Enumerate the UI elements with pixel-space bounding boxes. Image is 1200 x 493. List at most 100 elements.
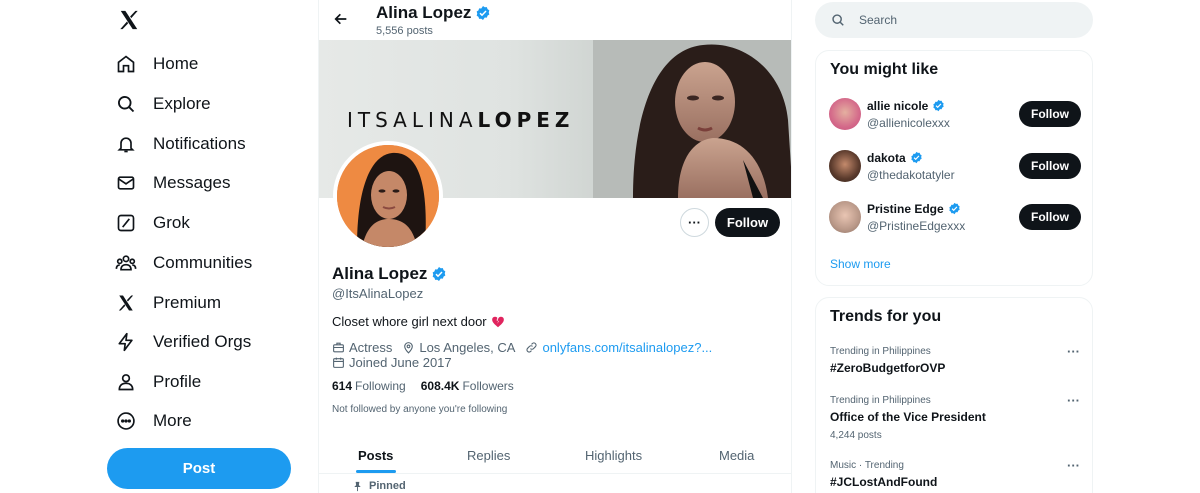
avatar — [829, 98, 861, 130]
suggested-user-info: allie nicole @allienicolexxx — [867, 99, 1019, 130]
profile-avatar[interactable] — [333, 141, 443, 251]
trend-item[interactable]: Music · Trending #JCLostAndFound ··· — [830, 458, 1082, 489]
header-post-count: 5,556 posts — [376, 25, 433, 37]
bell-icon — [115, 133, 137, 155]
nav-label: Premium — [153, 293, 222, 312]
suggested-user-name: Pristine Edge — [867, 201, 944, 216]
trend-item[interactable]: Trending in Philippines #ZeroBudgetforOV… — [830, 344, 1082, 375]
profile-link[interactable]: onlyfans.com/itsalinalopez?... — [542, 340, 712, 355]
suggested-user-name-row: dakota — [867, 151, 1019, 165]
person-icon — [115, 371, 137, 393]
nav-item-more[interactable]: More — [115, 401, 192, 441]
home-icon — [115, 53, 137, 75]
profile-bio: Closet whore girl next door — [332, 314, 505, 329]
nav-item-premium[interactable]: Premium — [115, 283, 221, 323]
profile-name: Alina Lopez — [332, 264, 428, 283]
more-circle-icon — [115, 410, 137, 432]
banner-text-bold: LOPEZ — [477, 108, 575, 132]
tab-media[interactable]: Media — [719, 436, 754, 474]
joined-item: Joined June 2017 — [332, 355, 452, 370]
nav-item-verified-orgs[interactable]: Verified Orgs — [115, 322, 251, 362]
more-options-button[interactable]: ··· — [680, 208, 709, 237]
nav-label: Explore — [153, 94, 211, 113]
link-item[interactable]: onlyfans.com/itsalinalopez?... — [525, 340, 712, 355]
suggested-user[interactable]: allie nicole @allienicolexxx Follow — [829, 96, 1081, 132]
location-pin-icon — [404, 342, 414, 354]
trend-context: Trending in Philippines — [830, 395, 931, 406]
back-arrow-icon[interactable] — [331, 9, 351, 29]
nav-item-profile[interactable]: Profile — [115, 362, 201, 402]
tab-highlights[interactable]: Highlights — [585, 436, 642, 474]
envelope-icon — [115, 172, 137, 194]
follow-button[interactable]: Follow — [1019, 204, 1081, 230]
grok-icon — [115, 212, 137, 234]
profile-handle: @ItsAlinaLopez — [332, 286, 424, 301]
trends-title: Trends for you — [830, 308, 942, 325]
tab-replies[interactable]: Replies — [467, 436, 510, 474]
verified-badge-icon — [477, 6, 490, 20]
calendar-icon — [333, 357, 344, 368]
verified-badge-icon — [911, 151, 922, 164]
profile-tabs: Posts Replies Highlights Media — [319, 436, 791, 474]
profile-column: Alina Lopez 5,556 posts ITSALINALOPEZ ··… — [318, 0, 792, 493]
followers-count: 608.4K — [420, 379, 460, 393]
trend-name: Office of the Vice President — [830, 410, 986, 424]
trend-context: Music · Trending — [830, 460, 904, 471]
trend-more-button[interactable]: ··· — [1067, 393, 1080, 408]
show-more-link[interactable]: Show more — [830, 257, 891, 271]
verified-badge-icon — [933, 99, 945, 112]
nav-item-communities[interactable]: Communities — [115, 243, 252, 283]
following-stat[interactable]: 614 Following — [332, 379, 406, 393]
broken-heart-icon — [491, 316, 504, 327]
trend-more-button[interactable]: ··· — [1067, 458, 1080, 473]
right-sidebar: You might like allie nicole @allienicole… — [815, 0, 1095, 493]
nav-item-notifications[interactable]: Notifications — [115, 124, 246, 164]
nav-label: Communities — [153, 253, 253, 272]
people-icon — [115, 252, 137, 274]
active-tab-indicator — [356, 470, 396, 473]
trend-name: #JCLostAndFound — [830, 475, 938, 489]
follow-button[interactable]: Follow — [715, 208, 780, 237]
suggested-user-name: allie nicole — [867, 98, 929, 113]
profile-header-bar: Alina Lopez 5,556 posts — [319, 0, 791, 40]
suggested-user[interactable]: Pristine Edge @PristineEdgexxx Follow — [829, 199, 1081, 235]
search-icon — [115, 93, 137, 115]
pin-icon — [354, 481, 361, 491]
banner-photo — [593, 40, 791, 198]
trend-name: #ZeroBudgetforOVP — [830, 361, 946, 375]
header-name: Alina Lopez — [376, 3, 472, 22]
verified-badge-icon — [949, 202, 960, 215]
follow-button[interactable]: Follow — [1019, 153, 1081, 179]
nav-item-grok[interactable]: Grok — [115, 203, 190, 243]
nav-item-explore[interactable]: Explore — [115, 84, 211, 124]
verified-badge-icon — [433, 267, 446, 281]
pinned-text: Pinned — [369, 480, 406, 492]
x-logo-icon[interactable] — [115, 6, 143, 34]
follow-button[interactable]: Follow — [1019, 101, 1081, 127]
trend-item[interactable]: Trending in Philippines Office of the Vi… — [830, 393, 1082, 441]
suggested-user[interactable]: dakota @thedakotatyler Follow — [829, 148, 1081, 184]
suggested-user-name-row: Pristine Edge — [867, 202, 1019, 216]
post-button[interactable]: Post — [107, 448, 291, 489]
trends-card: Trends for you Trending in Philippines #… — [815, 297, 1093, 493]
search-input[interactable] — [859, 13, 1059, 27]
suggested-user-info: dakota @thedakotatyler — [867, 151, 1019, 182]
nav-item-home[interactable]: Home — [115, 44, 198, 84]
location-text: Los Angeles, CA — [419, 340, 516, 355]
search-icon — [832, 14, 844, 26]
tab-posts[interactable]: Posts — [358, 436, 393, 474]
follow-stats: 614 Following 608.4K Followers — [332, 379, 529, 393]
banner-text-light: ITSALINA — [347, 108, 478, 132]
lightning-icon — [115, 331, 137, 353]
trend-more-button[interactable]: ··· — [1067, 344, 1080, 359]
followers-stat[interactable]: 608.4K Followers — [421, 379, 514, 393]
header-name-row: Alina Lopez — [376, 3, 491, 23]
search-bar[interactable] — [815, 2, 1093, 38]
not-followed-notice: Not followed by anyone you're following — [332, 404, 508, 415]
bio-text: Closet whore girl next door — [332, 314, 487, 329]
joined-text: Joined June 2017 — [349, 355, 452, 370]
left-navigation: Home Explore Notifications Messages Grok… — [100, 0, 315, 493]
nav-label: Verified Orgs — [153, 332, 252, 351]
location-item: Los Angeles, CA — [402, 340, 515, 355]
nav-item-messages[interactable]: Messages — [115, 163, 230, 203]
